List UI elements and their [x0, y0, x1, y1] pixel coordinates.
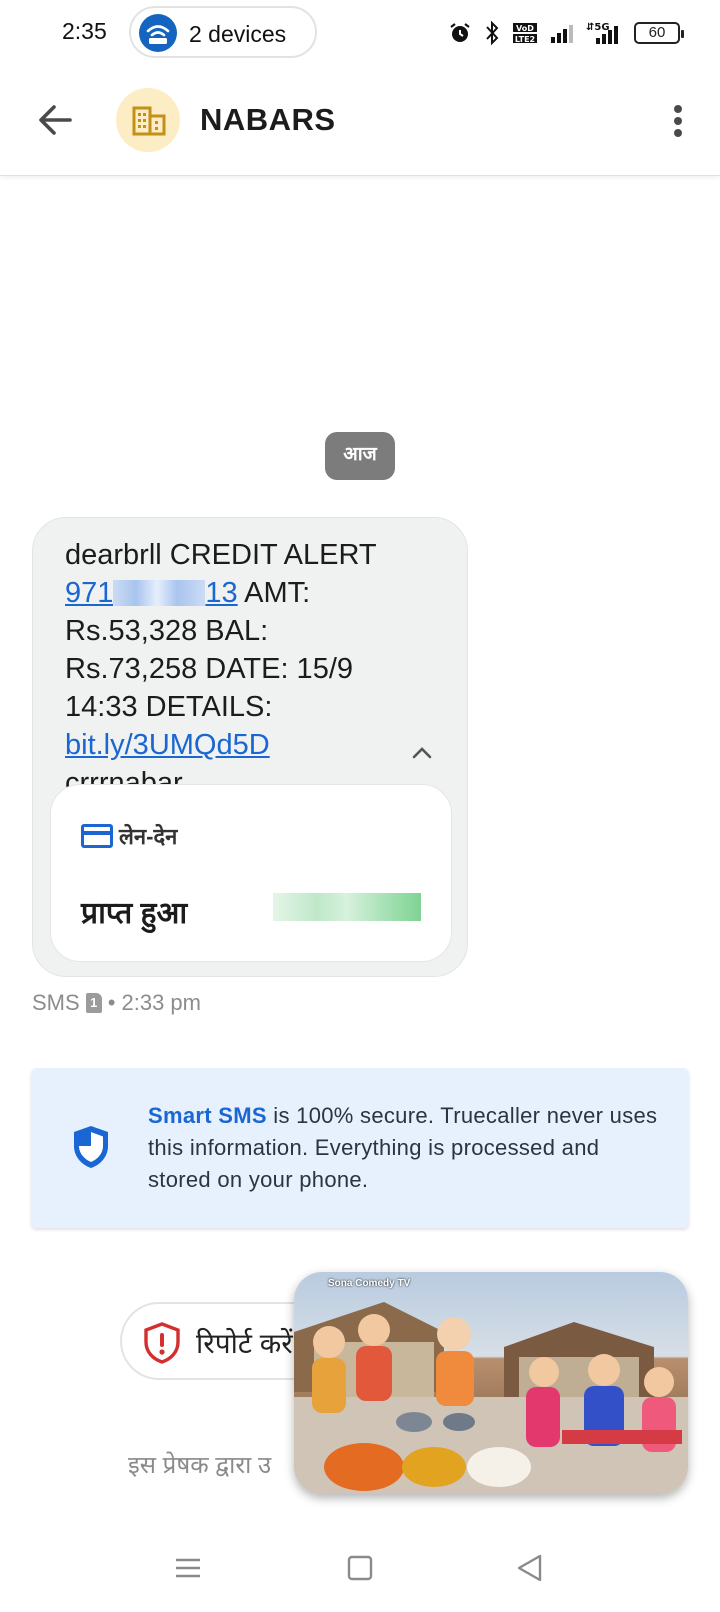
svg-text:⇵5G: ⇵5G — [586, 22, 610, 33]
wifi-hotspot-icon — [139, 14, 177, 52]
triangle-back-icon — [517, 1554, 542, 1582]
transaction-card[interactable]: लेन-देन प्राप्त हुआ — [50, 784, 452, 962]
message-channel: SMS — [32, 990, 80, 1015]
sender-info-text: इस प्रेषक द्वारा उ — [128, 1452, 272, 1479]
transaction-header-label: लेन-देन — [119, 824, 178, 849]
phone-number-end: 13 — [205, 577, 238, 609]
phone-number-start: 971 — [65, 577, 114, 609]
back-nav-button[interactable] — [510, 1548, 550, 1588]
smart-sms-brand: Smart SMS — [148, 1103, 267, 1128]
shield-icon — [74, 1126, 108, 1168]
more-options-button[interactable] — [658, 96, 698, 146]
sim-icon: 1 — [85, 993, 102, 1013]
transaction-header: लेन-देन — [81, 821, 177, 851]
5g-signal-icon: ⇵5G — [586, 22, 618, 44]
transaction-type: प्राप्त हुआ — [81, 897, 188, 930]
smart-sms-card: Smart SMS is 100% secure. Truecaller nev… — [31, 1068, 689, 1228]
redacted-digits — [113, 580, 206, 606]
building-icon — [132, 106, 166, 136]
video-thumbnail — [294, 1302, 688, 1494]
bluetooth-icon — [486, 20, 499, 46]
details-link[interactable]: bit.ly/3UMQd5D — [65, 729, 270, 761]
app-bar: NABARS — [0, 66, 720, 176]
collapse-button[interactable] — [407, 738, 437, 768]
svg-text:LTE2: LTE2 — [515, 35, 535, 44]
devices-label: 2 devices — [189, 21, 287, 47]
smart-sms-text: Smart SMS is 100% secure. Truecaller nev… — [148, 1100, 658, 1196]
sender-avatar[interactable] — [116, 88, 180, 152]
home-button[interactable] — [340, 1548, 380, 1588]
message-meta: SMS 1 • 2:33 pm — [32, 990, 201, 1016]
redacted-amount — [273, 893, 421, 921]
message-text: dearbrll CREDIT ALERT 971 13 AMT: Rs.53,3… — [65, 536, 395, 802]
recents-button[interactable] — [168, 1548, 208, 1588]
message-time: • 2:33 pm — [107, 990, 201, 1015]
alarm-icon — [450, 23, 470, 42]
battery-icon: 60 — [634, 22, 684, 44]
arrow-left-icon — [39, 105, 72, 135]
phone-number-link[interactable]: 971 13 — [65, 577, 238, 609]
status-time: 2:35 — [62, 18, 107, 44]
volte-icon: VoD LTE2 — [513, 23, 537, 44]
report-shield-icon — [144, 1322, 180, 1364]
message-prefix: dearbrll CREDIT ALERT — [65, 539, 377, 571]
status-icons: VoD LTE2 ⇵5G 60 — [448, 18, 684, 48]
sender-name[interactable]: NABARS — [200, 102, 336, 138]
system-nav-bar — [0, 1534, 720, 1612]
chevron-up-icon — [412, 747, 432, 759]
devices-pill[interactable]: 2 devices — [129, 6, 317, 58]
credit-card-icon — [81, 824, 113, 848]
back-button[interactable] — [30, 94, 82, 146]
square-icon — [347, 1555, 373, 1581]
more-vert-icon — [674, 105, 682, 137]
pip-video-player[interactable]: Sona Comedy TV — [294, 1272, 688, 1494]
svg-text:VoD: VoD — [516, 24, 534, 33]
date-chip: आज — [325, 432, 395, 480]
status-bar: 2:35 2 devices VoD LTE2 ⇵5G 60 — [0, 0, 720, 66]
message-bubble[interactable]: dearbrll CREDIT ALERT 971 13 AMT: Rs.53,3… — [32, 517, 468, 977]
signal-icon — [551, 25, 573, 43]
menu-lines-icon — [176, 1558, 200, 1578]
report-label: रिपोर्ट करें — [196, 1328, 293, 1359]
video-watermark: Sona Comedy TV — [328, 1278, 411, 1289]
